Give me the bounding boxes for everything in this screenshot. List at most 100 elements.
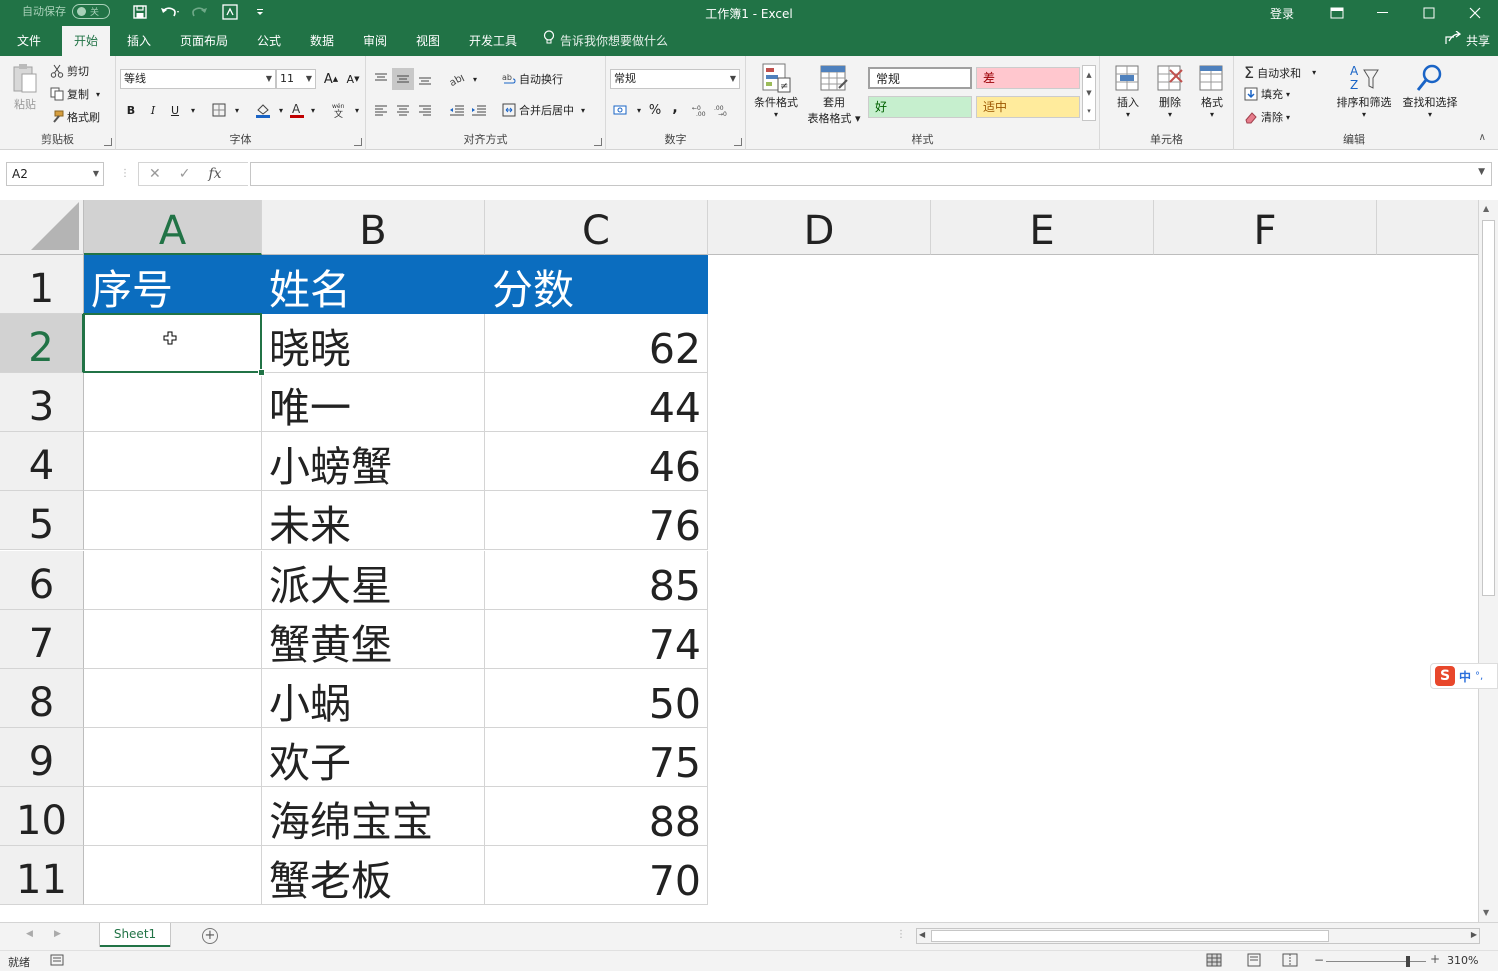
page-break-view-icon[interactable] [1282,953,1298,970]
column-header-b[interactable]: B [262,200,485,255]
chevron-down-icon[interactable]: ▾ [182,99,204,121]
cell-d3[interactable] [708,373,931,432]
select-all-corner[interactable] [0,200,84,255]
prev-sheet-icon[interactable]: ◀ [26,929,33,939]
decrease-decimal-button[interactable]: .00 →0 [712,99,734,121]
cell-b9[interactable]: 欢子 [262,727,485,787]
sort-filter-button[interactable]: AZ 排序和筛选 ▾ [1332,62,1396,119]
cell-c4[interactable]: 46 [485,432,708,492]
paste-button[interactable]: 粘贴 [8,62,42,112]
column-header-g[interactable] [1377,200,1478,255]
row-header-8[interactable]: 8 [0,668,84,728]
font-name-select[interactable]: 等线 ▼ [120,69,276,89]
chevron-down-icon[interactable]: ▾ [302,99,324,121]
wrap-text-button[interactable]: ab 自动换行 [502,71,563,87]
style-good[interactable]: 好 [868,96,972,118]
tab-formulas[interactable]: 公式 [244,26,294,56]
vertical-scroll-thumb[interactable] [1482,220,1495,596]
increase-indent-button[interactable] [468,99,490,121]
column-header-a[interactable]: A [84,200,262,255]
cell-c11[interactable]: 70 [485,846,708,906]
cell-d9[interactable] [708,728,931,787]
formula-input[interactable]: ▼ [250,162,1492,186]
italic-button[interactable]: I [142,99,164,121]
close-icon[interactable] [1452,0,1498,26]
grow-font-button[interactable]: A ▲ [320,68,342,90]
cell-f7[interactable] [1154,610,1377,669]
touch-mode-icon[interactable] [218,1,242,23]
chevron-down-icon[interactable]: ▾ [346,99,368,121]
ime-mode[interactable]: 中 [1459,668,1471,685]
redo-icon[interactable] [188,1,212,23]
ime-toolbar[interactable]: S 中 °, [1430,663,1498,689]
cell-d1[interactable] [708,255,931,314]
cell-c7[interactable]: 74 [485,609,708,669]
cell-a9[interactable] [84,727,262,787]
column-header-f[interactable]: F [1154,200,1377,255]
tab-split-grip-icon[interactable]: ⋮ [896,929,906,940]
style-bad[interactable]: 差 [976,67,1080,89]
cell-a11[interactable] [84,846,262,906]
cell-f6[interactable] [1154,551,1377,610]
undo-icon[interactable] [158,1,182,23]
cell-d4[interactable] [708,432,931,491]
cell-b11[interactable]: 蟹老板 [262,846,485,906]
find-select-button[interactable]: 查找和选择 ▾ [1398,62,1462,119]
shrink-font-button[interactable]: A ▼ [342,68,364,90]
autosum-button[interactable]: Σ 自动求和 ▾ [1244,63,1316,82]
page-layout-view-icon[interactable] [1246,953,1262,970]
row-header-11[interactable]: 11 [0,846,84,906]
cell-e7[interactable] [931,610,1154,669]
dialog-launcher-icon[interactable] [354,138,362,146]
collapse-ribbon-icon[interactable]: ∧ [1479,132,1486,143]
cell-e3[interactable] [931,373,1154,432]
cell-f8[interactable] [1154,669,1377,728]
cell-e8[interactable] [931,669,1154,728]
cell-a10[interactable] [84,786,262,846]
zoom-in-icon[interactable]: + [1430,952,1440,966]
macro-record-icon[interactable] [50,954,64,969]
bold-button[interactable]: B [120,99,142,121]
scroll-right-icon[interactable]: ▶ [1471,930,1477,939]
copy-button[interactable]: 复制 ▾ [50,86,100,102]
format-painter-button[interactable]: 格式刷 [50,109,100,125]
column-header-e[interactable]: E [931,200,1154,255]
cut-button[interactable]: 剪切 [50,63,89,79]
tab-view[interactable]: 视图 [404,26,452,56]
row-header-10[interactable]: 10 [0,786,84,846]
fill-button[interactable]: 填充 ▾ [1244,86,1290,102]
cell-c10[interactable]: 88 [485,786,708,846]
cell-e10[interactable] [931,787,1154,846]
scroll-down-icon[interactable]: ▼ [1483,908,1489,917]
column-header-c[interactable]: C [485,200,708,255]
row-header-1[interactable]: 1 [0,255,84,315]
cell-e4[interactable] [931,432,1154,491]
cell-f10[interactable] [1154,787,1377,846]
row-header-7[interactable]: 7 [0,609,84,669]
add-sheet-icon[interactable]: + [202,928,218,944]
zoom-level[interactable]: 310% [1447,954,1478,967]
tab-file[interactable]: 文件 [0,26,58,56]
cell-c5[interactable]: 76 [485,491,708,551]
dialog-launcher-icon[interactable] [104,138,112,146]
align-bottom-button[interactable] [414,68,436,90]
cell-d11[interactable] [708,846,931,905]
comma-button[interactable]: , [664,97,686,119]
cell-a3[interactable] [84,373,262,433]
zoom-slider-thumb[interactable] [1406,956,1410,967]
number-format-select[interactable]: 常规 ▼ [610,69,740,89]
row-header-2[interactable]: 2 [0,314,84,374]
tab-review[interactable]: 审阅 [350,26,400,56]
row-header-6[interactable]: 6 [0,550,84,610]
tab-insert[interactable]: 插入 [114,26,164,56]
cell-b1[interactable]: 姓名 [262,255,485,315]
cell-f11[interactable] [1154,846,1377,905]
customize-qat-icon[interactable] [248,1,272,23]
scroll-left-icon[interactable]: ◀ [919,930,925,939]
cell-f9[interactable] [1154,728,1377,787]
cell-f1[interactable] [1154,255,1377,314]
percent-button[interactable]: % [644,99,666,121]
cell-a8[interactable] [84,668,262,728]
dialog-launcher-icon[interactable] [734,138,742,146]
dialog-launcher-icon[interactable] [594,138,602,146]
